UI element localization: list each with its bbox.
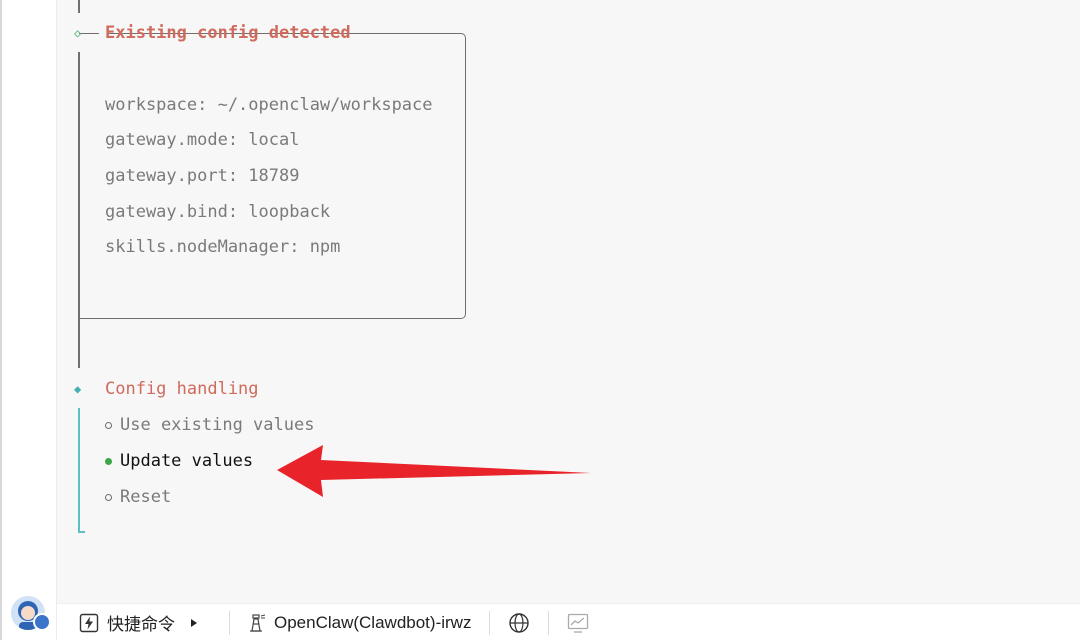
caret-right-icon bbox=[191, 618, 197, 627]
terminal-pane[interactable]: ◇ Existing config detected workspace: ~/… bbox=[57, 0, 1080, 603]
left-rail-edge bbox=[0, 0, 2, 640]
guide-line-top bbox=[78, 0, 80, 13]
guide-line-prompt bbox=[78, 408, 80, 532]
option-label: Use existing values bbox=[120, 415, 315, 435]
session-tab[interactable]: OpenClaw(Clawdbot)-irwz bbox=[248, 604, 471, 641]
radio-selected-icon bbox=[105, 457, 112, 465]
config-line-workspace: workspace: ~/.openclaw/workspace bbox=[105, 95, 433, 115]
globe-button[interactable] bbox=[508, 604, 530, 641]
config-line-gateway-port: gateway.port: 18789 bbox=[105, 166, 300, 186]
bottom-taskbar: 快捷命令 OpenClaw(Clawdbot)-irwz bbox=[57, 603, 1080, 641]
quick-commands-label: 快捷命令 bbox=[107, 615, 175, 634]
step-done-icon: ◇ bbox=[74, 26, 82, 40]
annotation-arrow-icon bbox=[277, 445, 591, 497]
lightning-icon bbox=[79, 613, 99, 632]
option-reset[interactable]: Reset bbox=[105, 487, 171, 507]
taskbar-divider bbox=[489, 610, 491, 635]
step-active-icon: ◆ bbox=[74, 382, 82, 396]
guide-line-prompt-end bbox=[78, 531, 85, 533]
taskbar-divider bbox=[548, 610, 550, 635]
option-update-values[interactable]: Update values bbox=[105, 451, 253, 471]
prompt-title: Config handling bbox=[105, 379, 259, 399]
monitor-chart-icon bbox=[568, 613, 589, 633]
session-label: OpenClaw(Clawdbot)-irwz bbox=[274, 612, 472, 632]
globe-icon bbox=[509, 612, 530, 633]
quick-commands-button[interactable]: 快捷命令 bbox=[79, 604, 199, 641]
radio-empty-icon bbox=[105, 421, 112, 429]
status-badge-icon bbox=[33, 613, 51, 631]
option-label: Update values bbox=[120, 451, 254, 471]
config-line-gateway-bind: gateway.bind: loopback bbox=[105, 202, 331, 222]
config-line-node-manager: skills.nodeManager: npm bbox=[105, 237, 341, 257]
taskbar-divider bbox=[229, 610, 230, 635]
option-label: Reset bbox=[120, 487, 172, 507]
radio-empty-icon bbox=[105, 493, 112, 501]
left-rail bbox=[0, 0, 57, 640]
option-use-existing[interactable]: Use existing values bbox=[105, 415, 314, 435]
monitor-button[interactable] bbox=[567, 604, 589, 641]
config-box-title: Existing config detected bbox=[105, 23, 351, 43]
lighthouse-icon bbox=[250, 613, 266, 632]
config-line-gateway-mode: gateway.mode: local bbox=[105, 130, 300, 150]
